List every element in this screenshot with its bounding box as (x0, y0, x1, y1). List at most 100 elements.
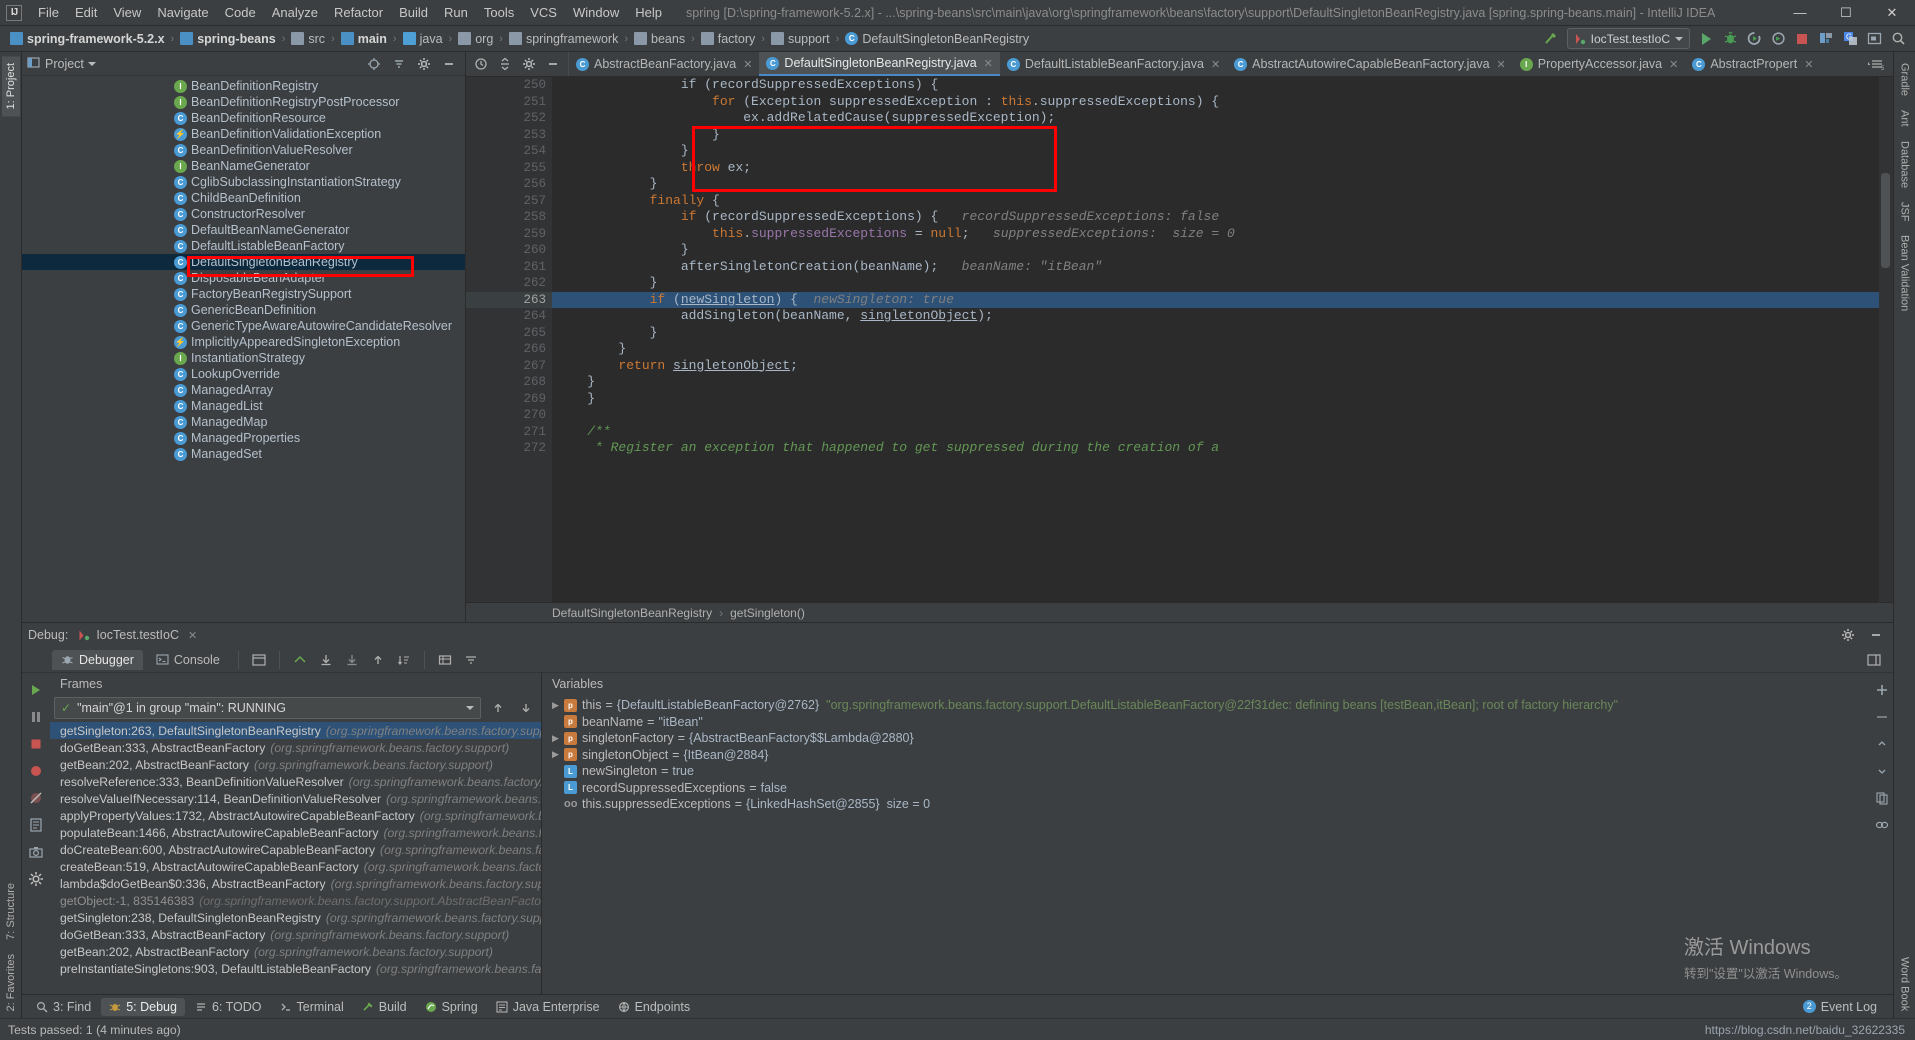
code-line[interactable]: if (recordSuppressedExceptions) { (552, 77, 1879, 94)
gutter-line-number[interactable]: 265 (466, 325, 552, 342)
breadcrumb-method-name[interactable]: getSingleton() (730, 606, 805, 620)
settings-up-icon[interactable] (367, 649, 389, 671)
tab-todo[interactable]: 6: TODO (187, 998, 270, 1016)
copy-value-button[interactable] (1873, 789, 1891, 807)
tree-item[interactable]: I BeanNameGenerator (22, 158, 465, 174)
sidebar-item-structure[interactable]: 7: Structure (2, 876, 20, 947)
menu-code[interactable]: Code (217, 2, 264, 23)
menu-vcs[interactable]: VCS (522, 2, 565, 23)
tree-item[interactable]: C ConstructorResolver (22, 206, 465, 222)
variable-row[interactable]: ▶pbeanName="itBean" (542, 714, 1871, 731)
close-icon[interactable]: ✕ (1669, 58, 1678, 71)
gutter-line-number[interactable]: 266 (466, 341, 552, 358)
tree-item[interactable]: ⚡ ImplicitlyAppearedSingletonException (22, 334, 465, 350)
gutter-line-number[interactable]: 252 (466, 110, 552, 127)
menu-help[interactable]: Help (627, 2, 670, 23)
layout-settings-icon[interactable] (1815, 28, 1837, 50)
gutter-line-number[interactable]: 267 (466, 358, 552, 375)
breadcrumb-project[interactable]: spring-framework-5.2.x (6, 32, 169, 46)
watch-down-button[interactable] (1873, 762, 1891, 780)
close-button[interactable]: ✕ (1869, 0, 1915, 26)
tree-item[interactable]: ⚡ BeanDefinitionValidationException (22, 126, 465, 142)
code-editor[interactable]: 250 251 252 253 254 255 256 257 258 259 260 261 262 2… (466, 77, 1893, 602)
tree-item[interactable]: C BeanDefinitionResource (22, 110, 465, 126)
tree-item[interactable]: C GenericTypeAwareAutowireCandidateResolv… (22, 318, 465, 334)
tab-abstract-property[interactable]: C AbstractPropert ✕ (1685, 52, 1820, 76)
call-stack-frame[interactable]: resolveReference:333, BeanDefinitionValu… (50, 773, 541, 790)
gutter-line-number[interactable]: 261 (466, 259, 552, 276)
close-icon[interactable]: ✕ (743, 58, 752, 71)
call-stack-frame[interactable]: doGetBean:333, AbstractBeanFactory (org.s… (50, 739, 541, 756)
code-line[interactable]: } (552, 143, 1879, 160)
mute-breakpoints-button[interactable] (27, 789, 45, 807)
export-icon[interactable] (315, 649, 337, 671)
tab-list-icon[interactable]: 5 (1865, 53, 1887, 75)
call-stack-list[interactable]: getSingleton:263, DefaultSingletonBeanRe… (50, 722, 541, 994)
import-icon[interactable] (341, 649, 363, 671)
sidebar-item-gradle[interactable]: Gradle (1896, 56, 1914, 103)
code-line[interactable]: } (552, 176, 1879, 193)
call-stack-frame[interactable]: applyPropertyValues:1732, AbstractAutowi… (50, 807, 541, 824)
restore-layout-icon[interactable] (289, 649, 311, 671)
gutter-line-number[interactable]: 264 (466, 308, 552, 325)
code-line[interactable]: } (552, 325, 1879, 342)
frames-up-button[interactable] (487, 697, 509, 719)
sidebar-item-favorites[interactable]: 2: Favorites (2, 947, 20, 1018)
gutter-line-number[interactable]: 269 (466, 391, 552, 408)
breadcrumb-class[interactable]: C DefaultSingletonBeanRegistry (841, 32, 1033, 46)
resume-program-button[interactable] (27, 681, 45, 699)
gutter-line-number[interactable]: 270 (466, 407, 552, 424)
tab-event-log[interactable]: 2 Event Log (1795, 998, 1885, 1016)
tab-default-listable-bean-factory[interactable]: C DefaultListableBeanFactory.java ✕ (1000, 52, 1227, 76)
breadcrumb-org[interactable]: org (454, 32, 497, 46)
code-line[interactable]: } (552, 391, 1879, 408)
menu-edit[interactable]: Edit (67, 2, 105, 23)
tab-terminal[interactable]: Terminal (272, 998, 352, 1016)
build-icon[interactable] (1540, 28, 1562, 50)
code-line[interactable]: /** (552, 424, 1879, 441)
menu-navigate[interactable]: Navigate (149, 2, 216, 23)
menu-analyze[interactable]: Analyze (264, 2, 326, 23)
call-stack-frame[interactable]: populateBean:1466, AbstractAutowireCapab… (50, 824, 541, 841)
gutter-line-number[interactable]: 250 (466, 77, 552, 94)
camera-icon[interactable] (27, 843, 45, 861)
variable-row[interactable]: ▶LrecordSuppressedExceptions=false (542, 780, 1871, 797)
variable-row[interactable]: ▶oothis.suppressedExceptions={LinkedHash… (542, 796, 1871, 813)
run-button[interactable] (1695, 28, 1717, 50)
error-stripe-marker-bar[interactable] (1879, 77, 1893, 602)
tab-spring[interactable]: Spring (417, 998, 486, 1016)
tree-item[interactable]: I BeanDefinitionRegistry (22, 78, 465, 94)
breadcrumb-springframework[interactable]: springframework (505, 32, 622, 46)
tab-java-enterprise[interactable]: Java Enterprise (488, 998, 608, 1016)
tree-item[interactable]: C FactoryBeanRegistrySupport (22, 286, 465, 302)
menu-view[interactable]: View (105, 2, 149, 23)
tree-item[interactable]: C ManagedArray (22, 382, 465, 398)
gutter-line-number[interactable]: 272 (466, 440, 552, 457)
call-stack-frame[interactable]: preInstantiateSingletons:903, DefaultLis… (50, 960, 541, 977)
code-line[interactable]: return singletonObject; (552, 358, 1879, 375)
breadcrumb-module[interactable]: spring-beans (176, 32, 280, 46)
menu-run[interactable]: Run (436, 2, 476, 23)
gutter-line-number[interactable]: 262 (466, 275, 552, 292)
tab-debugger[interactable]: Debugger (52, 649, 143, 670)
inspect-button[interactable] (1873, 816, 1891, 834)
stop-button[interactable] (27, 735, 45, 753)
breadcrumb-factory[interactable]: factory (697, 32, 760, 46)
close-icon[interactable]: ✕ (188, 629, 197, 642)
expand-arrow-icon[interactable]: ▶ (552, 733, 561, 744)
tree-item[interactable]: C CglibSubclassingInstantiationStrategy (22, 174, 465, 190)
gutter-line-number[interactable]: 253 (466, 127, 552, 144)
locate-file-icon[interactable] (363, 53, 385, 75)
project-tree[interactable]: I BeanDefinitionRegistry I BeanDefinitionR… (22, 76, 465, 622)
translate-icon[interactable]: G (1839, 28, 1861, 50)
expand-arrow-icon[interactable]: ▶ (552, 700, 561, 711)
gear-icon[interactable] (413, 53, 435, 75)
hide-panel-icon[interactable] (1865, 624, 1887, 646)
editor-gutter[interactable]: 250 251 252 253 254 255 256 257 258 259 260 261 262 2… (466, 77, 552, 602)
code-line[interactable]: } (552, 374, 1879, 391)
tree-item[interactable]: C BeanDefinitionValueResolver (22, 142, 465, 158)
history-icon[interactable] (470, 53, 492, 75)
variable-row[interactable]: ▶LnewSingleton=true (542, 763, 1871, 780)
tab-property-accessor[interactable]: I PropertyAccessor.java ✕ (1513, 52, 1686, 76)
tab-endpoints[interactable]: Endpoints (610, 998, 699, 1016)
